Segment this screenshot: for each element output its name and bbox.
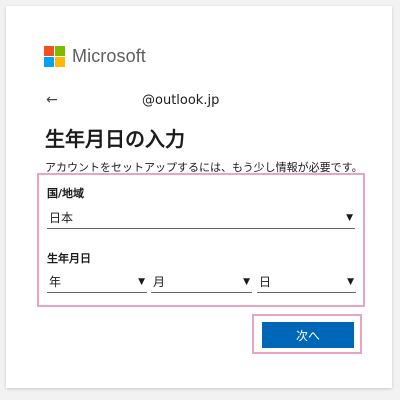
month-value: 月 — [153, 275, 166, 289]
month-select[interactable]: 月 ▼ — [151, 271, 252, 293]
chevron-down-icon: ▼ — [138, 276, 145, 287]
next-button[interactable]: 次へ — [262, 322, 354, 348]
country-select[interactable]: 日本 ▼ — [47, 207, 355, 229]
microsoft-logo: Microsoft — [44, 46, 146, 67]
birthdate-label: 生年月日 — [47, 252, 91, 265]
back-arrow-icon[interactable]: ← — [46, 92, 66, 108]
chevron-down-icon: ▼ — [243, 276, 250, 287]
day-select[interactable]: 日 ▼ — [257, 271, 356, 293]
logo-text: Microsoft — [72, 46, 146, 66]
page-title: 生年月日の入力 — [45, 127, 185, 151]
next-button-highlight: 次へ — [252, 314, 362, 354]
year-value: 年 — [49, 275, 62, 289]
country-value: 日本 — [49, 211, 74, 225]
identity-banner: ← @outlook.jp — [46, 90, 346, 110]
chevron-down-icon: ▼ — [347, 276, 354, 287]
country-label: 国/地域 — [47, 187, 85, 200]
day-value: 日 — [259, 275, 272, 289]
chevron-down-icon: ▼ — [346, 212, 353, 223]
form-highlight-box: 国/地域 日本 ▼ 生年月日 年 ▼ 月 ▼ 日 ▼ — [37, 173, 365, 307]
microsoft-logo-icon — [44, 46, 65, 67]
year-select[interactable]: 年 ▼ — [47, 271, 147, 293]
account-email: @outlook.jp — [142, 92, 220, 108]
